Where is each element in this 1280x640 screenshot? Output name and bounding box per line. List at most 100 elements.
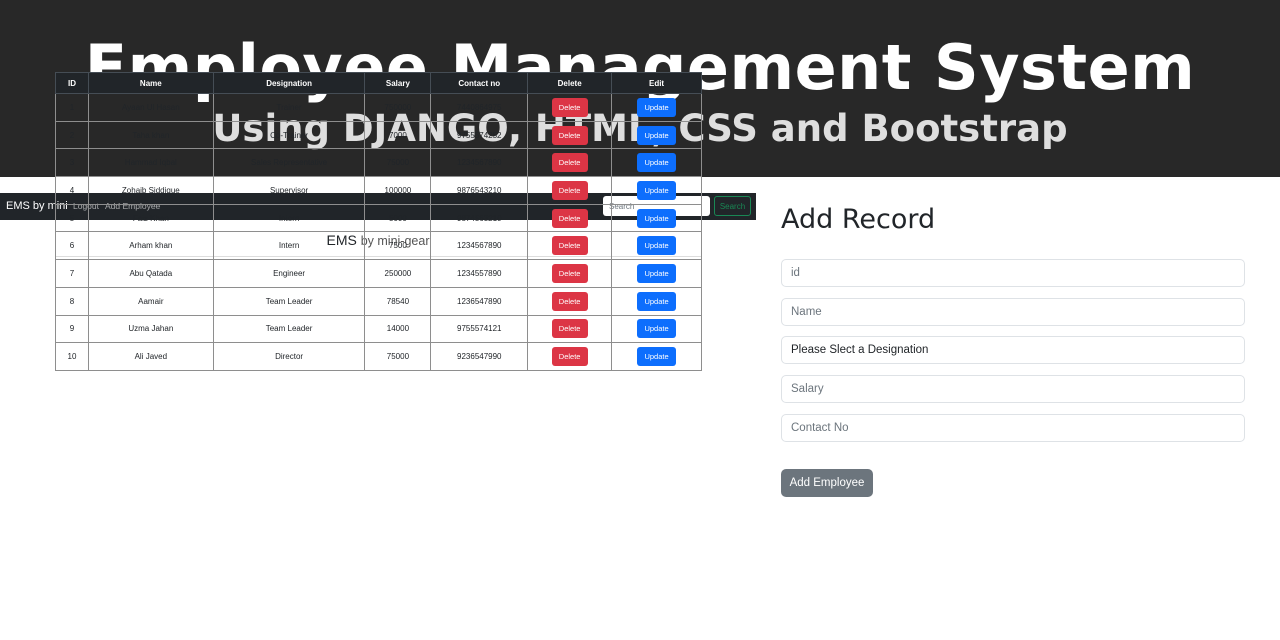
delete-button[interactable]: Delete (551, 291, 588, 311)
table-header-row: ID Name Designation Salary Contact no De… (55, 72, 702, 94)
delete-button[interactable]: Delete (551, 125, 588, 145)
column-header-designation: Designation (212, 72, 366, 94)
add-employee-button[interactable]: Add Employee (781, 469, 873, 497)
cell-delete: Delete (527, 120, 613, 150)
cell-edit: Update (611, 203, 702, 233)
name-field[interactable] (781, 298, 1245, 326)
update-button[interactable]: Update (637, 347, 677, 367)
cell-salary: 750000 (364, 93, 432, 122)
cell-name: Zohaib Siddique (87, 176, 214, 205)
cell-delete: Delete (527, 93, 613, 122)
table-row: 9 Uzma Jahan Team Leader 14000 975557412… (55, 314, 702, 344)
delete-button[interactable]: Delete (551, 347, 588, 367)
cell-salary: 7500 (364, 231, 432, 261)
cell-designation: Sales Representative (212, 148, 366, 178)
cell-id: 9 (55, 314, 89, 344)
table-row: 5 Faiz Khan Intern 5000 9874563210 Delet… (55, 203, 702, 233)
update-button[interactable]: Update (637, 97, 677, 117)
delete-button[interactable]: Delete (551, 263, 588, 283)
cell-designation: Intern (212, 203, 366, 233)
cell-designation: Team Leader (212, 286, 366, 316)
salary-field[interactable] (781, 375, 1245, 403)
designation-select[interactable]: Please Slect a Designation (781, 336, 1245, 364)
cell-contact: 9876543210 (430, 176, 529, 205)
cell-name: Aamair (87, 286, 214, 316)
update-button[interactable]: Update (637, 263, 677, 283)
cell-edit: Update (611, 314, 702, 344)
cell-salary: 75000 (364, 342, 432, 371)
cell-edit: Update (611, 176, 702, 205)
cell-contact: 1234557890 (430, 259, 529, 288)
cell-name: Uzma Jahan (87, 314, 214, 344)
cell-edit: Update (611, 120, 702, 150)
cell-name: Arham khan (87, 231, 214, 261)
delete-button[interactable]: Delete (551, 153, 588, 173)
update-button[interactable]: Update (637, 236, 677, 256)
update-button[interactable]: Update (637, 125, 677, 145)
cell-edit: Update (611, 231, 702, 261)
column-header-name: Name (87, 72, 214, 94)
cell-contact: 1234567890 (430, 231, 529, 261)
cell-salary: 250000 (364, 259, 432, 288)
table-row: 8 Aamair Team Leader 78540 1236547890 De… (55, 286, 702, 316)
cell-id: 8 (55, 286, 89, 316)
cell-contact: 7440864975 (430, 93, 529, 122)
cell-contact: 1234567890 (430, 148, 529, 178)
cell-salary: 78540 (364, 286, 432, 316)
cell-salary: 7000 (364, 120, 432, 150)
cell-contact: 9874563210 (430, 203, 529, 233)
search-button[interactable]: Search (714, 196, 751, 216)
delete-button[interactable]: Delete (551, 236, 588, 256)
cell-contact: 9755574121 (430, 314, 529, 344)
table-row: 1 Ayaan Ul Hasan Trainer 750000 74408649… (55, 93, 702, 122)
cell-name: Hammad Iqbal (87, 148, 214, 178)
cell-id: 2 (55, 120, 89, 150)
employee-table: ID Name Designation Salary Contact no De… (55, 72, 702, 371)
cell-designation: Director (212, 342, 366, 371)
cell-designation: Trainer (212, 93, 366, 122)
cell-delete: Delete (527, 314, 613, 344)
table-row: 2 Taha khan Co-Trainer 7000 9755574252 D… (55, 120, 702, 150)
delete-button[interactable]: Delete (551, 319, 588, 339)
cell-edit: Update (611, 148, 702, 178)
cell-delete: Delete (527, 342, 613, 371)
update-button[interactable]: Update (637, 291, 677, 311)
employee-table-body: 1 Ayaan Ul Hasan Trainer 750000 74408649… (55, 93, 702, 371)
cell-id: 4 (55, 176, 89, 205)
cell-name: Faiz Khan (87, 203, 214, 233)
cell-designation: Supervisor (212, 176, 366, 205)
column-header-salary: Salary (364, 72, 432, 94)
cell-contact: 9755574252 (430, 120, 529, 150)
delete-button[interactable]: Delete (551, 97, 588, 117)
cell-delete: Delete (527, 203, 613, 233)
cell-salary: 14000 (364, 314, 432, 344)
update-button[interactable]: Update (637, 153, 677, 173)
column-header-edit: Edit (611, 72, 702, 94)
cell-delete: Delete (527, 286, 613, 316)
delete-button[interactable]: Delete (551, 180, 588, 200)
cell-salary: 100000 (364, 176, 432, 205)
cell-designation: Engineer (212, 259, 366, 288)
cell-designation: Intern (212, 231, 366, 261)
update-button[interactable]: Update (637, 319, 677, 339)
cell-designation: Co-Trainer (212, 120, 366, 150)
cell-id: 3 (55, 148, 89, 178)
cell-delete: Delete (527, 259, 613, 288)
table-row: 7 Abu Qatada Engineer 250000 1234557890 … (55, 259, 702, 288)
cell-salary: 5000 (364, 203, 432, 233)
cell-id: 6 (55, 231, 89, 261)
cell-name: Taha khan (87, 120, 214, 150)
cell-delete: Delete (527, 231, 613, 261)
column-header-id: ID (55, 72, 89, 94)
cell-name: Abu Qatada (87, 259, 214, 288)
cell-salary: 75000 (364, 148, 432, 178)
cell-id: 1 (55, 93, 89, 122)
delete-button[interactable]: Delete (551, 208, 588, 228)
table-row: 6 Arham khan Intern 7500 1234567890 Dele… (55, 231, 702, 261)
cell-id: 10 (55, 342, 89, 371)
update-button[interactable]: Update (637, 208, 677, 228)
contact-field[interactable] (781, 414, 1245, 442)
update-button[interactable]: Update (637, 180, 677, 200)
id-field[interactable] (781, 259, 1245, 287)
cell-name: Ayaan Ul Hasan (87, 93, 214, 122)
